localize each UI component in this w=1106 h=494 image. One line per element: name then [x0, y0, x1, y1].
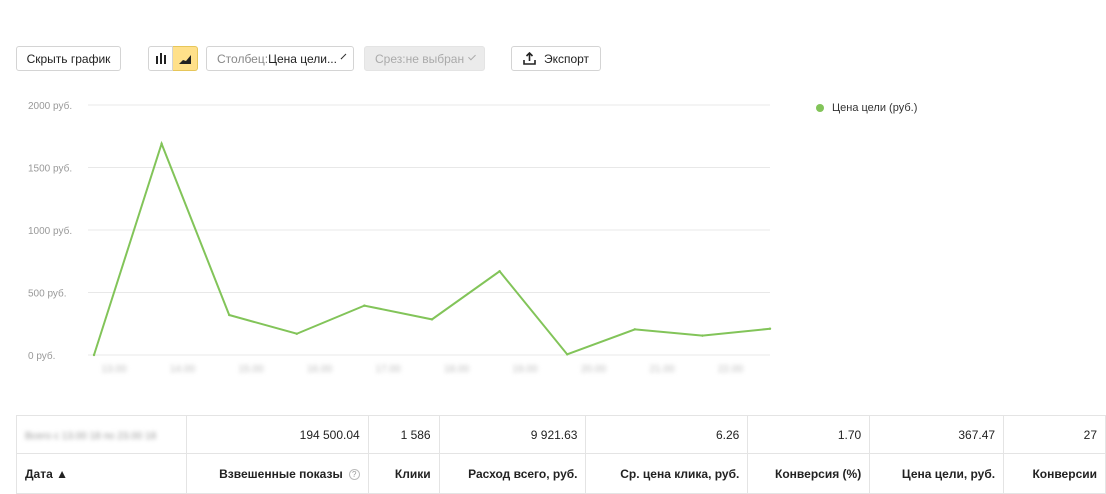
column-header-spend[interactable]: Расход всего, руб.: [438, 453, 587, 494]
column-select-label: Столбец:: [217, 51, 269, 66]
column-header-clicks[interactable]: Клики: [367, 453, 440, 494]
y-tick-label: 500 руб.: [28, 288, 67, 300]
data-point: [633, 328, 636, 331]
y-tick-label: 0 руб.: [28, 350, 55, 362]
column-header-impressions[interactable]: Взвешенные показы?: [185, 453, 369, 494]
column-select-value: Цена цели...: [268, 51, 337, 66]
y-tick-label: 1500 руб.: [28, 163, 72, 175]
slice-select[interactable]: Срез: не выбран: [364, 46, 485, 71]
legend-label: Цена цели (руб.): [832, 102, 918, 114]
bar-chart-button[interactable]: [148, 46, 173, 71]
x-tick-label: 15.00: [238, 364, 263, 375]
data-point: [498, 270, 501, 273]
x-tick-label: 16.00: [307, 364, 332, 375]
hide-chart-button[interactable]: Скрыть график: [16, 46, 121, 71]
totals-cell: 1 586: [367, 415, 440, 454]
stats-table: Всего с 13.00 18 по 23.00 18 194 500.04 …: [16, 415, 1106, 494]
totals-cell: 194 500.04: [185, 415, 369, 454]
x-tick-label: 14.00: [170, 364, 195, 375]
x-tick-label: 21.00: [649, 364, 674, 375]
x-tick-label: 17.00: [375, 364, 400, 375]
chart-type-switch: [148, 46, 198, 71]
data-point: [768, 327, 772, 330]
totals-cell: 367.47: [869, 415, 1005, 454]
column-header-goal-price[interactable]: Цена цели, руб.: [869, 453, 1005, 494]
chart-legend: Цена цели (руб.): [816, 102, 917, 114]
legend-marker: [816, 104, 824, 112]
upload-icon: [523, 52, 536, 65]
totals-row: Всего с 13.00 18 по 23.00 18 194 500.04 …: [16, 415, 1106, 454]
column-header-conversions[interactable]: Конверсии: [1003, 453, 1106, 494]
header-row: Дата ▲ Взвешенные показы? Клики Расход в…: [16, 453, 1106, 494]
data-point: [295, 332, 298, 335]
line-chart: 0 руб. 500 руб. 1000 руб. 1500 руб. 2000 руб…: [28, 100, 772, 375]
export-label: Экспорт: [543, 51, 590, 66]
area-chart-icon: [179, 55, 191, 64]
data-point: [363, 304, 366, 307]
data-point: [92, 353, 96, 357]
totals-cell: 27: [1003, 415, 1106, 454]
data-point: [228, 313, 231, 317]
totals-cell: 1.70: [747, 415, 871, 454]
x-tick-label: 19.00: [512, 364, 537, 375]
x-tick-label: 20.00: [581, 364, 606, 375]
column-header-cpc[interactable]: Ср. цена клика, руб.: [585, 453, 749, 494]
data-point: [430, 318, 434, 321]
series-line: [93, 140, 771, 356]
bar-chart-icon: [155, 53, 166, 64]
x-tick-label: 18.00: [444, 364, 469, 375]
totals-cell: 6.26: [585, 415, 749, 454]
column-select[interactable]: Столбец: Цена цели...: [206, 46, 354, 71]
data-point: [160, 142, 163, 145]
area-chart-button[interactable]: [173, 46, 198, 71]
x-tick-label: 13.00: [101, 364, 126, 375]
column-header-conversion-rate[interactable]: Конверсия (%): [747, 453, 871, 494]
column-header-date[interactable]: Дата ▲: [16, 453, 187, 494]
export-button[interactable]: Экспорт: [511, 46, 601, 71]
y-tick-label: 2000 руб.: [28, 100, 72, 112]
data-point: [701, 334, 704, 337]
x-tick-label: 22.00: [718, 364, 743, 375]
totals-label: Всего с 13.00 18 по 23.00 18: [16, 415, 187, 454]
slice-select-value: не выбран: [405, 51, 465, 66]
chevron-down-icon: [468, 52, 476, 61]
chevron-down-icon: [340, 53, 347, 60]
help-icon[interactable]: ?: [348, 468, 360, 480]
slice-select-label: Срез:: [375, 51, 406, 66]
y-tick-label: 1000 руб.: [28, 225, 72, 237]
data-point: [566, 353, 569, 356]
totals-cell: 9 921.63: [438, 415, 587, 454]
